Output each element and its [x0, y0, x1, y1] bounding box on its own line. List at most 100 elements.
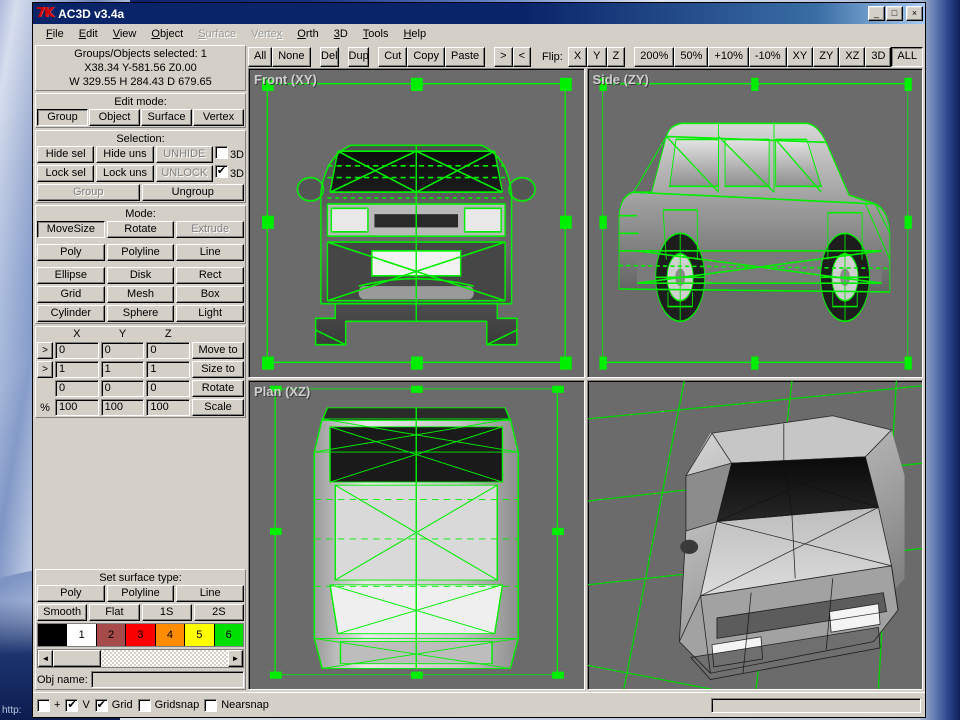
rotate-button[interactable]: Rotate: [192, 380, 245, 397]
rotate-y-input[interactable]: 0: [100, 380, 145, 397]
surface-1s-button[interactable]: 1S: [141, 604, 192, 621]
prev-button[interactable]: <: [512, 46, 532, 67]
close-button[interactable]: ×: [906, 6, 923, 21]
ungroup-button[interactable]: Ungroup: [141, 184, 244, 201]
view-xz-button[interactable]: XZ: [839, 46, 866, 67]
duplicate-button[interactable]: Dup: [348, 46, 370, 67]
view-3d-button[interactable]: 3D: [865, 46, 892, 67]
move-to-button[interactable]: Move to: [192, 342, 245, 359]
tool-sphere[interactable]: Sphere: [106, 305, 175, 322]
tool-poly[interactable]: Poly: [37, 244, 105, 261]
palette-swatch-4[interactable]: 4: [155, 624, 186, 646]
toggle-grid[interactable]: ✔ Grid: [94, 698, 133, 712]
size-y-input[interactable]: 1: [100, 361, 145, 378]
rotate-z-input[interactable]: 0: [146, 380, 191, 397]
viewport-perspective[interactable]: [586, 380, 923, 690]
surface-smooth-button[interactable]: Smooth: [37, 604, 88, 621]
surface-flat-button[interactable]: Flat: [89, 604, 140, 621]
tab-surface[interactable]: Surface: [141, 109, 192, 126]
scale-x-input[interactable]: 100: [55, 399, 99, 416]
toggle-gridsnap[interactable]: Gridsnap: [137, 698, 199, 712]
tool-cylinder[interactable]: Cylinder: [37, 305, 105, 322]
scrollbar-track[interactable]: [101, 650, 228, 667]
select-all-button[interactable]: All: [248, 46, 273, 67]
delete-button[interactable]: Del: [319, 46, 340, 67]
tool-polyline[interactable]: Polyline: [106, 244, 175, 261]
size-x-input[interactable]: 1: [55, 361, 99, 378]
tool-line[interactable]: Line: [176, 244, 245, 261]
status-message-input[interactable]: [711, 697, 921, 713]
tool-mesh[interactable]: Mesh: [106, 286, 175, 303]
toggle-plus[interactable]: +: [37, 698, 60, 712]
zoom-50-button[interactable]: 50%: [674, 46, 709, 67]
viewport-side[interactable]: Side (ZY): [586, 68, 923, 378]
lock-selected-button[interactable]: Lock sel: [37, 165, 95, 182]
scale-z-input[interactable]: 100: [146, 399, 191, 416]
scroll-right-arrow-icon[interactable]: ►: [228, 650, 243, 667]
scrollbar-thumb[interactable]: [53, 650, 101, 667]
move-z-input[interactable]: 0: [146, 342, 191, 359]
surface-polyline-button[interactable]: Polyline: [106, 585, 175, 602]
tab-group[interactable]: Group: [37, 109, 88, 126]
tool-rect[interactable]: Rect: [176, 267, 245, 284]
next-button[interactable]: >: [494, 46, 513, 67]
viewport-plan[interactable]: Plan (XZ): [248, 380, 585, 690]
view-all-button[interactable]: ALL: [891, 46, 923, 67]
size-z-input[interactable]: 1: [146, 361, 191, 378]
palette-swatch-5[interactable]: 5: [185, 624, 215, 646]
toggle-v[interactable]: ✔ V: [65, 698, 90, 712]
movesize-button[interactable]: MoveSize: [37, 221, 105, 238]
surface-poly-button[interactable]: Poly: [37, 585, 105, 602]
menu-file[interactable]: File: [39, 26, 71, 42]
menu-edit[interactable]: Edit: [72, 26, 105, 42]
cut-button[interactable]: Cut: [378, 46, 408, 67]
minimize-button[interactable]: _: [868, 6, 885, 21]
size-expand-button[interactable]: >: [37, 361, 53, 378]
scale-button[interactable]: Scale: [192, 399, 245, 416]
lock-unselected-button[interactable]: Lock uns: [96, 165, 154, 182]
move-y-input[interactable]: 0: [100, 342, 145, 359]
palette-scrollbar[interactable]: ◄ ►: [37, 649, 244, 668]
copy-button[interactable]: Copy: [407, 46, 446, 67]
tool-ellipse[interactable]: Ellipse: [37, 267, 105, 284]
view-xy-button[interactable]: XY: [786, 46, 814, 67]
surface-2s-button[interactable]: 2S: [193, 604, 244, 621]
move-x-input[interactable]: 0: [55, 342, 99, 359]
view-zy-button[interactable]: ZY: [813, 46, 840, 67]
plus-checkbox[interactable]: [37, 698, 50, 712]
menu-view[interactable]: View: [106, 26, 144, 42]
flip-y-button[interactable]: Y: [587, 46, 607, 67]
tab-vertex[interactable]: Vertex: [193, 109, 244, 126]
zoom-in-10-button[interactable]: +10%: [708, 46, 749, 67]
tool-light[interactable]: Light: [176, 305, 245, 322]
rotate-x-input[interactable]: 0: [55, 380, 99, 397]
maximize-button[interactable]: □: [886, 6, 903, 21]
toggle-nearsnap[interactable]: Nearsnap: [204, 698, 269, 712]
grid-checkbox[interactable]: ✔: [94, 698, 108, 712]
scale-y-input[interactable]: 100: [100, 399, 145, 416]
tool-box[interactable]: Box: [176, 286, 245, 303]
palette-swatch-2[interactable]: 2: [96, 624, 127, 646]
rotate-mode-button[interactable]: Rotate: [106, 221, 175, 238]
zoom-200-button[interactable]: 200%: [634, 46, 675, 67]
flip-x-button[interactable]: X: [567, 46, 588, 67]
surface-line-button[interactable]: Line: [176, 585, 245, 602]
palette-swatch-0[interactable]: [38, 624, 68, 646]
menu-object[interactable]: Object: [144, 26, 190, 42]
menu-orth[interactable]: Orth: [290, 26, 325, 42]
select-none-button[interactable]: None: [272, 46, 311, 67]
palette-swatch-1[interactable]: 1: [67, 624, 97, 646]
size-to-button[interactable]: Size to: [192, 361, 245, 378]
hide-3d-checkbox[interactable]: [214, 146, 228, 159]
zoom-out-10-button[interactable]: -10%: [748, 46, 787, 67]
v-checkbox[interactable]: ✔: [65, 698, 79, 712]
menu-3d[interactable]: 3D: [327, 26, 355, 42]
paste-button[interactable]: Paste: [445, 46, 486, 67]
tab-object[interactable]: Object: [89, 109, 140, 126]
viewport-front[interactable]: Front (XY): [248, 68, 585, 378]
scroll-left-arrow-icon[interactable]: ◄: [38, 650, 53, 667]
title-bar[interactable]: 7K AC3D v3.4a _ □ ×: [33, 3, 925, 24]
palette-swatch-6[interactable]: 6: [214, 624, 243, 646]
gridsnap-checkbox[interactable]: [137, 698, 151, 712]
lock-3d-checkbox[interactable]: ✔: [214, 165, 228, 178]
